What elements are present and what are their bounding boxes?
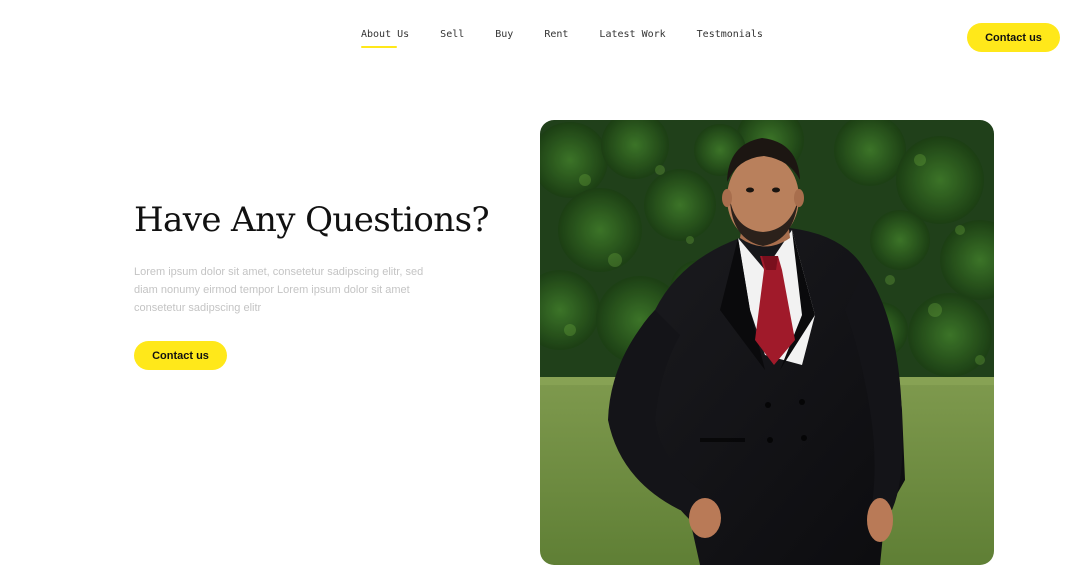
nav-item-testimonials[interactable]: Testmonials bbox=[697, 28, 763, 41]
main-nav: About Us Sell Buy Rent Latest Work Testm… bbox=[361, 28, 763, 48]
hero-title: Have Any Questions? bbox=[134, 200, 490, 240]
hero-contact-button[interactable]: Contact us bbox=[134, 341, 227, 370]
nav-item-latest-work[interactable]: Latest Work bbox=[599, 28, 665, 41]
nav-item-about-us[interactable]: About Us bbox=[361, 28, 409, 48]
portrait-image bbox=[540, 120, 994, 565]
header-contact-button[interactable]: Contact us bbox=[967, 23, 1060, 52]
nav-item-sell[interactable]: Sell bbox=[440, 28, 464, 41]
hero-photo bbox=[540, 120, 994, 565]
hero-description: Lorem ipsum dolor sit amet, consetetur s… bbox=[134, 266, 424, 314]
nav-item-rent[interactable]: Rent bbox=[544, 28, 568, 41]
nav-item-buy[interactable]: Buy bbox=[495, 28, 513, 41]
